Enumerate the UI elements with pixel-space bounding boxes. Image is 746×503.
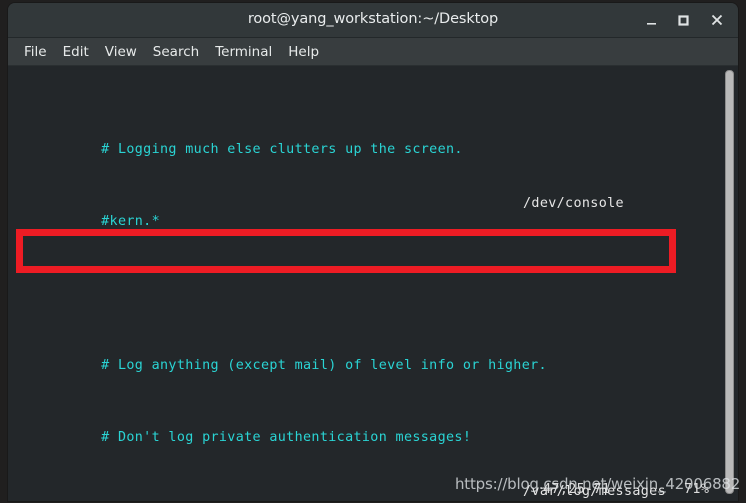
maximize-icon <box>677 14 690 27</box>
title-bar: root@yang_workstation:~/Desktop <box>8 3 738 38</box>
terminal-line: # Don't log private authentication messa… <box>17 411 718 445</box>
menu-item-terminal[interactable]: Terminal <box>207 42 280 62</box>
menu-item-help[interactable]: Help <box>280 42 327 62</box>
menu-item-edit[interactable]: Edit <box>55 42 97 62</box>
menu-bar: File Edit View Search Terminal Help <box>8 38 738 66</box>
line-left: # Logging much else clutters up the scre… <box>101 142 463 157</box>
close-icon <box>710 13 724 27</box>
scrollbar-thumb[interactable] <box>725 70 734 494</box>
terminal-line: # Logging much else clutters up the scre… <box>17 123 718 157</box>
terminal-content[interactable]: # Logging much else clutters up the scre… <box>8 66 738 501</box>
line-left: #kern.* <box>101 214 161 229</box>
scrollbar-track[interactable] <box>723 66 737 501</box>
terminal-line: #kern.* /dev/console <box>17 195 718 229</box>
screenshot-root: root@yang_workstation:~/Desktop File Edi… <box>0 0 746 503</box>
terminal-text-area: # Logging much else clutters up the scre… <box>17 69 718 501</box>
minimize-icon <box>645 14 658 27</box>
minimize-button[interactable] <box>634 3 668 37</box>
terminal-line: # Log anything (except mail) of level in… <box>17 339 718 373</box>
window-title: root@yang_workstation:~/Desktop <box>247 11 499 27</box>
line-left: # Don't log private authentication messa… <box>101 430 472 445</box>
close-button[interactable] <box>700 3 734 37</box>
menu-item-view[interactable]: View <box>97 42 145 62</box>
watermark-text: https://blog.csdn.net/weixin_42006882 <box>455 475 741 493</box>
line-left: # Log anything (except mail) of level in… <box>101 358 547 373</box>
maximize-button[interactable] <box>666 3 700 37</box>
terminal-window: root@yang_workstation:~/Desktop File Edi… <box>8 3 738 501</box>
menu-item-search[interactable]: Search <box>145 42 207 62</box>
menu-item-file[interactable]: File <box>16 42 55 62</box>
line-right: /dev/console <box>523 196 624 211</box>
